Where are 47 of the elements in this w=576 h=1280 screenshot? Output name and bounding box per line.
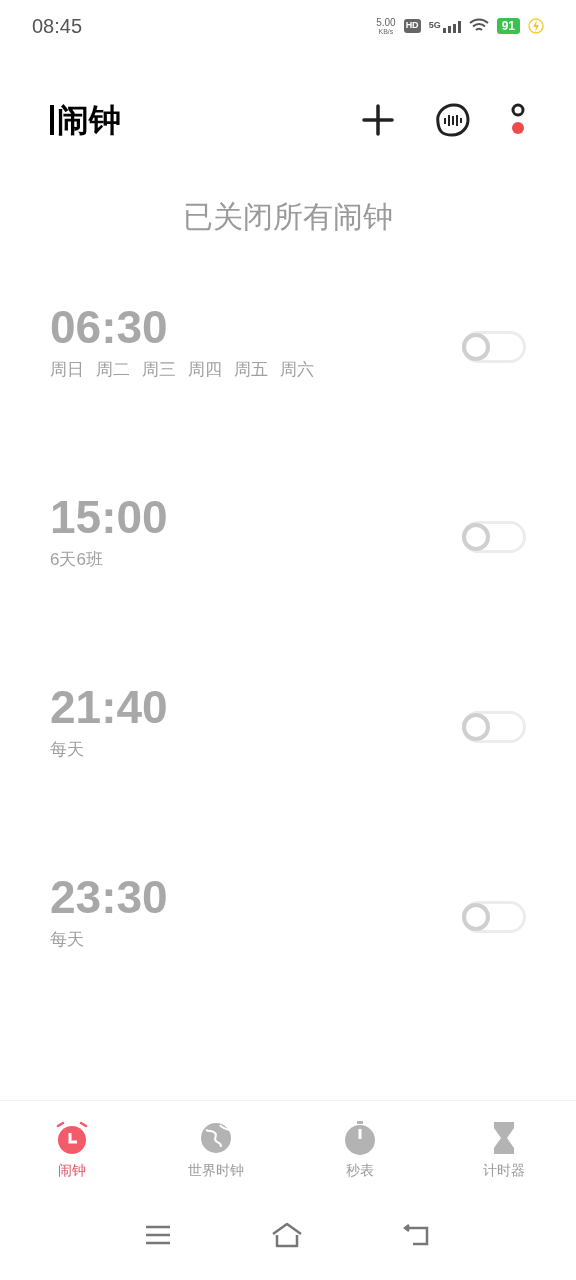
repeat-day: 每天 (50, 737, 84, 763)
network-type: 5G (428, 19, 441, 33)
repeat-day: 周二 (96, 357, 130, 383)
tab-item[interactable]: 闹钟 (0, 1120, 144, 1181)
alarm-item[interactable]: 15:00 6天6班 (0, 489, 576, 679)
network-speed: 5.00 (376, 17, 396, 28)
page-title: 闹钟 (57, 101, 121, 140)
repeat-day: 周三 (142, 357, 176, 383)
repeat-day: 6天6班 (50, 547, 103, 573)
tab-item[interactable]: 秒表 (288, 1120, 432, 1181)
more-menu-icon[interactable] (510, 103, 526, 137)
repeat-day: 周五 (234, 357, 268, 383)
toggle-switch[interactable] (462, 901, 526, 933)
repeat-day: 周四 (188, 357, 222, 383)
stopwatch-icon (342, 1120, 378, 1156)
alarm-item[interactable]: 21:40 每天 (0, 679, 576, 869)
status-time: 08:45 (32, 14, 83, 39)
alarm-item[interactable]: 23:30 每天 (0, 869, 576, 1059)
alarm-item[interactable]: 06:30 周日 周二 周三 周四 周五 周六 (0, 299, 576, 489)
tab-label: 计时器 (483, 1161, 525, 1180)
tab-label: 闹钟 (58, 1161, 86, 1180)
alarm-time: 23:30 (50, 870, 168, 925)
tab-item[interactable]: 计时器 (432, 1120, 576, 1181)
menu-icon[interactable] (145, 1225, 171, 1245)
voice-bubble-icon[interactable] (434, 103, 470, 137)
tab-label: 世界时钟 (188, 1161, 244, 1180)
alarm-time: 15:00 (50, 490, 168, 545)
add-icon[interactable] (362, 104, 394, 136)
alarms-off-notice: 已关闭所有闹钟 (183, 199, 393, 235)
hd-badge: HD (403, 19, 421, 33)
back-icon[interactable] (403, 1223, 431, 1247)
battery-level: 91 (496, 18, 520, 34)
charging-icon (528, 18, 544, 34)
alarm-clock-icon (54, 1120, 90, 1156)
toggle-switch[interactable] (462, 711, 526, 743)
alarm-time: 06:30 (50, 300, 169, 355)
toggle-switch[interactable] (462, 521, 526, 553)
repeat-day: 周六 (280, 357, 314, 383)
tab-label: 秒表 (346, 1161, 374, 1180)
alarm-time: 21:40 (50, 680, 168, 735)
repeat-day: 每天 (50, 927, 84, 953)
globe-icon (198, 1120, 234, 1156)
home-icon[interactable] (271, 1222, 303, 1248)
toggle-switch[interactable] (462, 331, 526, 363)
tab-item[interactable]: 世界时钟 (144, 1120, 288, 1181)
repeat-day: 周日 (50, 357, 84, 383)
signal-icon (442, 20, 461, 33)
